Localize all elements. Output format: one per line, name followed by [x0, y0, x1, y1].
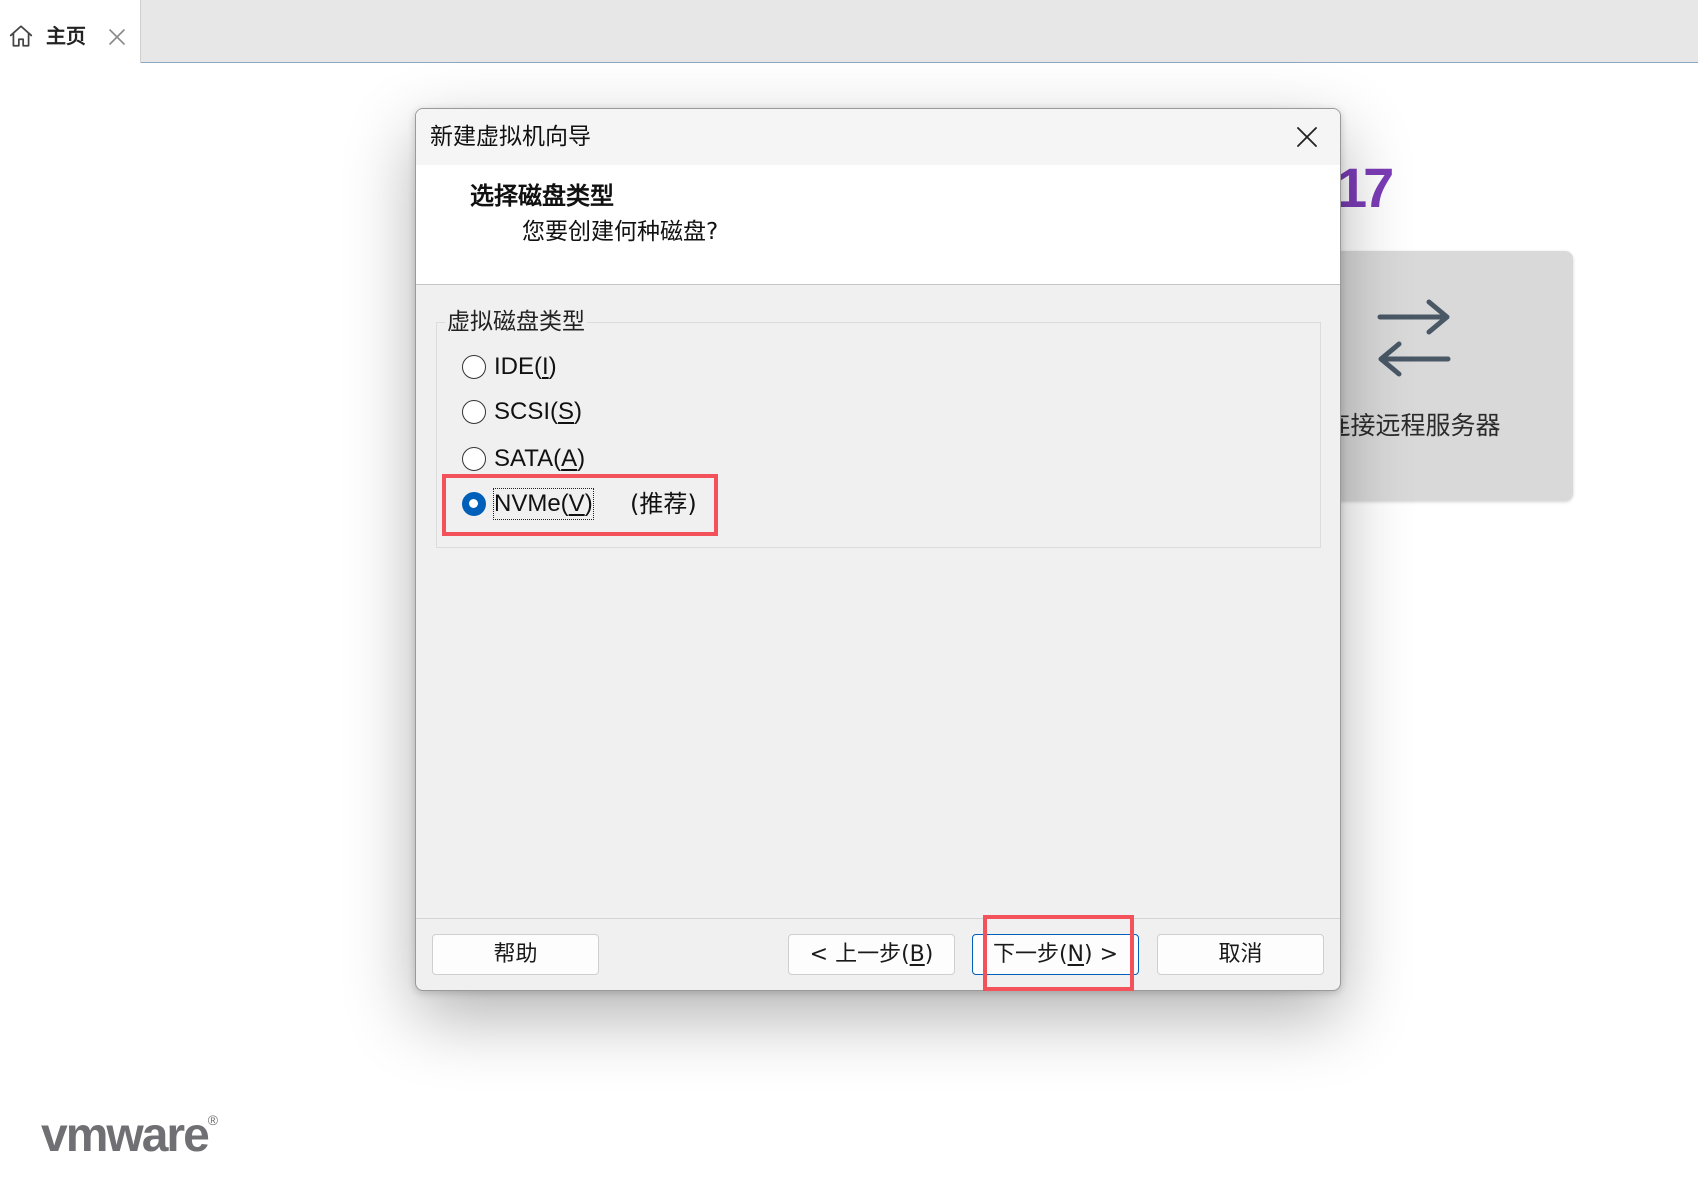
- mnemonic-key: S: [558, 398, 575, 425]
- next-label-suffix: ) >: [1084, 942, 1119, 967]
- cancel-button[interactable]: 取消: [1157, 934, 1324, 975]
- radio-button[interactable]: [462, 400, 486, 424]
- label-prefix: NVMe(: [494, 490, 569, 517]
- label-suffix: ): [548, 353, 557, 380]
- radio-option-nvme[interactable]: NVMe(V) (推荐): [460, 488, 780, 520]
- close-icon[interactable]: [107, 27, 127, 47]
- back-mnemonic-key: B: [909, 942, 925, 967]
- cancel-button-label: 取消: [1218, 942, 1263, 967]
- radio-button[interactable]: [462, 355, 486, 379]
- help-button[interactable]: 帮助: [432, 934, 599, 975]
- home-icon: [9, 25, 33, 47]
- tab-home[interactable]: 主页: [0, 0, 141, 63]
- label-prefix: SATA(: [494, 445, 562, 472]
- back-label-prefix: < 上一步(: [809, 942, 910, 967]
- radio-option-sata[interactable]: SATA(A): [460, 444, 780, 474]
- footer-divider: [416, 918, 1340, 919]
- close-icon: [1297, 127, 1317, 147]
- tab-bar: 主页: [0, 0, 1698, 63]
- back-label-suffix: ): [924, 942, 934, 967]
- groupbox-legend: 虚拟磁盘类型: [445, 307, 587, 337]
- next-mnemonic-key: N: [1067, 942, 1085, 967]
- option-label: SCSI(S): [494, 397, 582, 427]
- help-button-label: 帮助: [493, 942, 538, 967]
- mnemonic-key: A: [561, 445, 578, 472]
- option-label: IDE(I): [494, 352, 557, 382]
- next-label-prefix: 下一步(: [992, 942, 1068, 967]
- dialog-titlebar[interactable]: 新建虚拟机向导: [416, 109, 1340, 165]
- next-button[interactable]: 下一步(N) >: [972, 934, 1139, 975]
- radio-button[interactable]: [462, 492, 486, 516]
- registered-mark: ®: [207, 1112, 219, 1128]
- label-prefix: IDE(: [494, 353, 542, 380]
- back-button[interactable]: < 上一步(B): [788, 934, 955, 975]
- radio-option-scsi[interactable]: SCSI(S): [460, 397, 780, 427]
- vmware-logo: vmware®: [41, 1096, 218, 1160]
- option-label: SATA(A): [494, 444, 585, 474]
- dialog-title: 新建虚拟机向导: [430, 124, 591, 150]
- radio-button[interactable]: [462, 447, 486, 471]
- label-suffix: ): [577, 445, 586, 472]
- mnemonic-key: I: [542, 353, 549, 380]
- wizard-header: 选择磁盘类型 您要创建何种磁盘?: [416, 165, 1340, 285]
- radio-option-ide[interactable]: IDE(I): [460, 352, 780, 382]
- wizard-step-title: 选择磁盘类型: [470, 182, 614, 210]
- vmware-workstation-window: 主页 17 连接远程服务器 vmware® 新建虚拟机向导 选择磁盘类型 您要创…: [0, 0, 1698, 1178]
- label-suffix: ): [574, 398, 583, 425]
- mnemonic-key: V: [568, 490, 585, 517]
- new-vm-wizard-dialog: 新建虚拟机向导 选择磁盘类型 您要创建何种磁盘? 虚拟磁盘类型 IDE(I) S…: [415, 108, 1341, 991]
- swap-arrows-icon: [1377, 299, 1451, 377]
- logo-text: vmware: [41, 1109, 210, 1162]
- dialog-close-button[interactable]: [1290, 120, 1324, 154]
- option-label: NVMe(V): [493, 488, 594, 520]
- label-suffix: ): [584, 490, 593, 517]
- tab-home-label: 主页: [46, 24, 86, 48]
- label-prefix: SCSI(: [494, 398, 559, 425]
- product-version: 17: [1336, 156, 1394, 219]
- recommended-note: (推荐): [630, 490, 697, 518]
- wizard-step-subtitle: 您要创建何种磁盘?: [522, 219, 719, 245]
